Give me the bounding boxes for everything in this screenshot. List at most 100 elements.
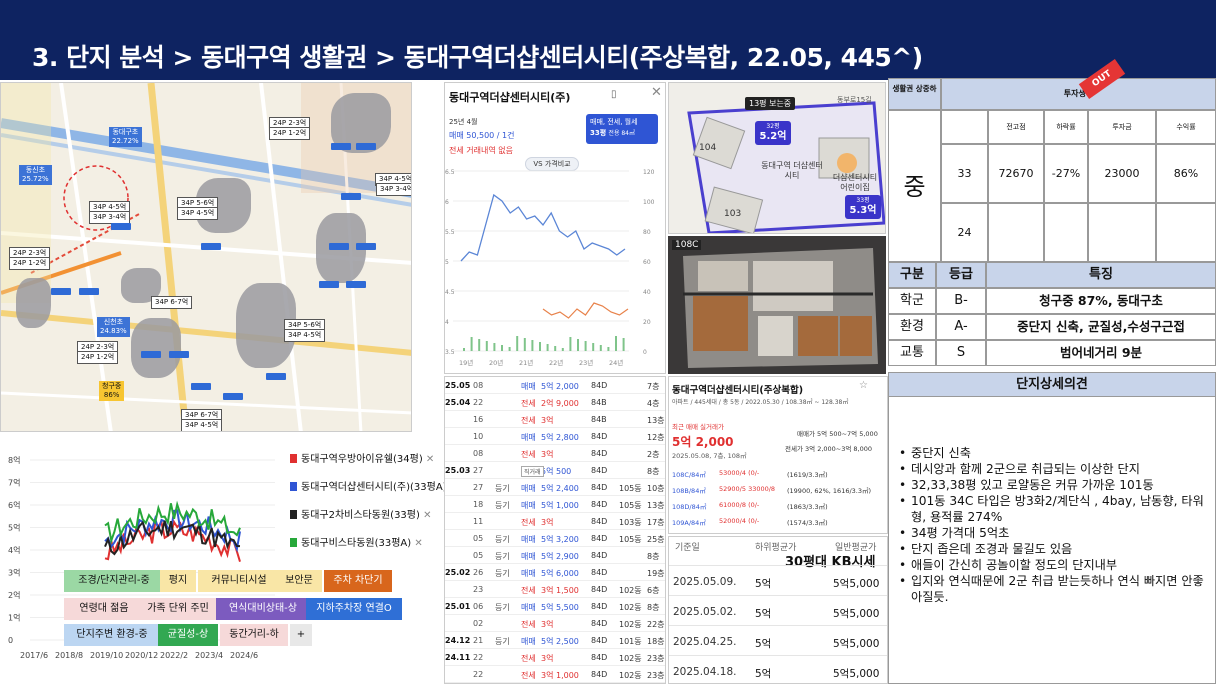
trade-row[interactable]: 25.02 26 등기 매매 5억 6,000 84D 19층	[445, 564, 665, 581]
trade-row[interactable]: 08 전세 3억 84D 2층	[445, 445, 665, 462]
trade-row[interactable]: 22 전세 3억 1,000 84D 102동 23층	[445, 666, 665, 683]
trade-f: 19층	[647, 569, 665, 578]
map-panel[interactable]: 동신초 25.72% 동대구초 22.72% 신천초 24.83% 청구중 86% 24…	[0, 82, 412, 432]
x-tick-label: 21년	[519, 358, 533, 367]
unit-type: 108D/84㎡	[672, 503, 707, 511]
trade-row[interactable]: 02 전세 3억 84D 102동 22층	[445, 615, 665, 632]
feature-header: 구분	[888, 262, 936, 288]
trade-n: 08	[473, 449, 484, 458]
map-marker	[191, 383, 211, 390]
tag-chip[interactable]: 지하주차장 연결O	[306, 598, 402, 620]
legend-item[interactable]: 동대구역더샵센터시티(주)(33평A) ✕	[290, 478, 458, 493]
trade-dong: 101동	[619, 637, 642, 646]
trade-row[interactable]: 16 전세 3억 84B 13층	[445, 411, 665, 428]
y-tick-label: 6억	[8, 500, 20, 510]
tag-chip[interactable]: +	[290, 624, 312, 646]
unit-type: 108C/84㎡	[672, 471, 706, 479]
remove-icon[interactable]: ✕	[423, 454, 434, 465]
trade-row[interactable]: 27 등기 매매 5억 2,400 84D 105동 10층	[445, 479, 665, 496]
trade-k: 전세	[521, 399, 536, 408]
legend-swatch	[290, 482, 297, 491]
trade-d: 25.04	[445, 398, 471, 407]
trade-f: 2층	[647, 450, 660, 459]
price-pin[interactable]: 33평 5.3억	[845, 195, 881, 219]
map-book-icon[interactable]: ▯	[611, 89, 617, 100]
feature-key: 학군	[888, 288, 936, 314]
trade-c: 등기	[495, 569, 510, 578]
price-pin[interactable]: 32평 5.2억	[755, 121, 791, 145]
tag-chip[interactable]: 커뮤니티시설	[198, 570, 280, 592]
school-label: 동대구초 22.72%	[109, 127, 142, 147]
invest-value: 23000	[1088, 144, 1156, 203]
tag-chip[interactable]: 단지주변 환경-중	[64, 624, 160, 646]
kb-a: 5억5,000	[833, 638, 880, 650]
trade-a: 84D	[591, 653, 608, 662]
kb-l: 5억	[755, 668, 772, 680]
tag-chip[interactable]: 연식대비상태-상	[216, 598, 310, 620]
tag-chip[interactable]: 가족 단위 주민	[138, 598, 218, 620]
close-icon[interactable]: ✕	[651, 85, 662, 100]
filter-button[interactable]: 매매, 전세, 월세 33평 전용 84㎡	[586, 114, 658, 144]
trade-row[interactable]: 25.0327매매5억 50084D8층	[445, 462, 665, 479]
trade-row[interactable]: 11 전세 3억 84D 103동 17층	[445, 513, 665, 530]
trade-row[interactable]: 25.01 06 등기 매매 5억 5,500 84D 102동 8층	[445, 598, 665, 615]
volume-bar	[599, 345, 602, 351]
volume-bar	[478, 339, 481, 351]
listing-date: 25년 4월	[449, 118, 478, 126]
trade-dong: 102동	[619, 603, 642, 612]
opinion-item: 데시앙과 함께 2군으로 취급되는 이상한 단지	[897, 461, 1211, 477]
remove-icon[interactable]: ✕	[411, 538, 422, 549]
legend-swatch	[290, 538, 297, 547]
trade-row[interactable]: 10 매매 5억 2,800 84D 12층	[445, 428, 665, 445]
price-tag: 24P 1-2억	[77, 351, 119, 364]
dong-label: 104	[699, 143, 717, 153]
tag-chip[interactable]: 동간거리-하	[220, 624, 288, 646]
trade-f: 6층	[647, 586, 660, 595]
trade-p: 5억 2,900	[541, 552, 579, 561]
y-tick-label: 4억	[8, 545, 20, 555]
invest-value	[988, 203, 1044, 262]
feature-key: 교통	[888, 340, 936, 366]
legend-item[interactable]: 동대구역우방아이유쉘(34평) ✕	[290, 450, 434, 465]
tag-chip[interactable]: 조경/단지관리-중	[64, 570, 164, 592]
map-marker	[51, 288, 71, 295]
price-chart-panel: 8억 7억 6억 5억 4억 3억 2억 1억 0 2017/6 2018/8 2019/10 2020…	[0, 440, 458, 684]
tag-chip[interactable]: 보안문	[276, 570, 322, 592]
trade-row[interactable]: 23 전세 3억 1,500 84D 102동 6층	[445, 581, 665, 598]
tag-chip[interactable]: 연령대 젊음	[64, 598, 144, 620]
feature-grade: B-	[936, 288, 986, 314]
price-tag: 34P 4-5억	[181, 419, 223, 431]
star-icon[interactable]: ☆	[859, 380, 868, 391]
trade-row[interactable]: 25.04 22 전세 2억 9,000 84B 4층	[445, 394, 665, 411]
legend-item[interactable]: 동대구비스타동원(33평A) ✕	[290, 534, 423, 549]
trade-k: 매매	[521, 535, 536, 544]
school-label: 신천초 24.83%	[97, 317, 130, 337]
trade-d: 25.03	[445, 466, 471, 475]
trade-row[interactable]: 05 등기 매매 5억 3,200 84D 105동 25층	[445, 530, 665, 547]
kb-row: 2025.05.02. 5억 5억5,000	[669, 595, 887, 627]
trade-row[interactable]: 25.05 08 매매 5억 2,000 84D 7층	[445, 377, 665, 394]
trade-row[interactable]: 18 등기 매매 5억 1,000 84D 105동 13층	[445, 496, 665, 513]
tag-chip[interactable]: 평지	[160, 570, 196, 592]
trade-a: 84D	[591, 636, 608, 645]
remove-icon[interactable]: ✕	[420, 510, 431, 521]
legend-item[interactable]: 동대구2차비스타동원(33평) ✕	[290, 506, 431, 521]
trade-n: 22	[473, 653, 484, 662]
trade-dong: 102동	[619, 620, 642, 629]
trade-dong: 105동	[619, 535, 642, 544]
trade-row[interactable]: 05 등기 매매 5억 2,900 84D 8층	[445, 547, 665, 564]
trade-row[interactable]: 24.12 21 등기 매매 5억 2,500 84D 101동 18층	[445, 632, 665, 649]
tag-chip[interactable]: 주차 차단기	[324, 570, 392, 592]
trade-c: 등기	[495, 484, 510, 493]
trade-p: 3억	[541, 620, 554, 629]
trade-n: 16	[473, 415, 484, 424]
trade-f: 12층	[647, 433, 665, 442]
trade-row[interactable]: 24.11 22 전세 3억 84D 102동 23층	[445, 649, 665, 666]
school-label: 동신초 25.72%	[19, 165, 52, 185]
map-marker	[341, 193, 361, 200]
trade-k: 매매	[521, 501, 536, 510]
tag-chip[interactable]: 균질성-상	[158, 624, 218, 646]
trade-a: 84D	[591, 466, 608, 475]
unit-ratio: (1574/3.3㎡)	[787, 519, 828, 527]
opinion-item: 101동 34C 타입은 방3화2/계단식 , 4bay, 남동향, 타워형, …	[897, 493, 1211, 525]
